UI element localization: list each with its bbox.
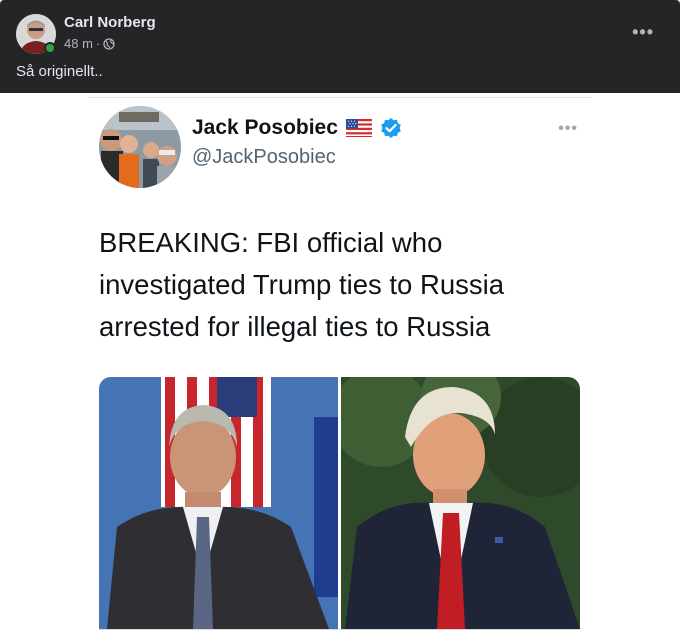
post-meta: 48 m ·: [64, 36, 115, 51]
tweet-display-name-row: Jack Posobiec: [192, 116, 402, 140]
verified-badge-icon: [381, 118, 401, 138]
post-text: Så originellt..: [16, 63, 103, 80]
man-in-suit-with-flag-photo: [99, 377, 338, 629]
tweet-screenshot[interactable]: Jack Posobiec @JackPosobiec ••• BREAKING…: [88, 97, 592, 637]
online-status-dot: [44, 42, 56, 54]
meta-separator: ·: [95, 36, 101, 51]
man-in-suit-outdoors-photo: [341, 377, 580, 629]
us-flag-icon: [345, 119, 372, 137]
tweet-text: BREAKING: FBI official who investigated …: [99, 227, 505, 342]
tweet-more-icon[interactable]: •••: [558, 120, 578, 138]
more-options-icon[interactable]: •••: [632, 22, 654, 43]
post-timestamp[interactable]: 48 m: [64, 36, 93, 51]
globe-icon[interactable]: [103, 37, 115, 50]
post-author-name[interactable]: Carl Norberg: [64, 14, 156, 31]
tweet-display-name[interactable]: Jack Posobiec: [192, 116, 338, 140]
tweet-author-avatar: [99, 106, 181, 188]
facebook-post-card: Carl Norberg 48 m · ••• Så originellt..: [0, 0, 680, 93]
tweet-media[interactable]: [99, 377, 580, 629]
tweet-divider: [99, 629, 580, 630]
tweet-handle[interactable]: @JackPosobiec: [192, 146, 336, 169]
